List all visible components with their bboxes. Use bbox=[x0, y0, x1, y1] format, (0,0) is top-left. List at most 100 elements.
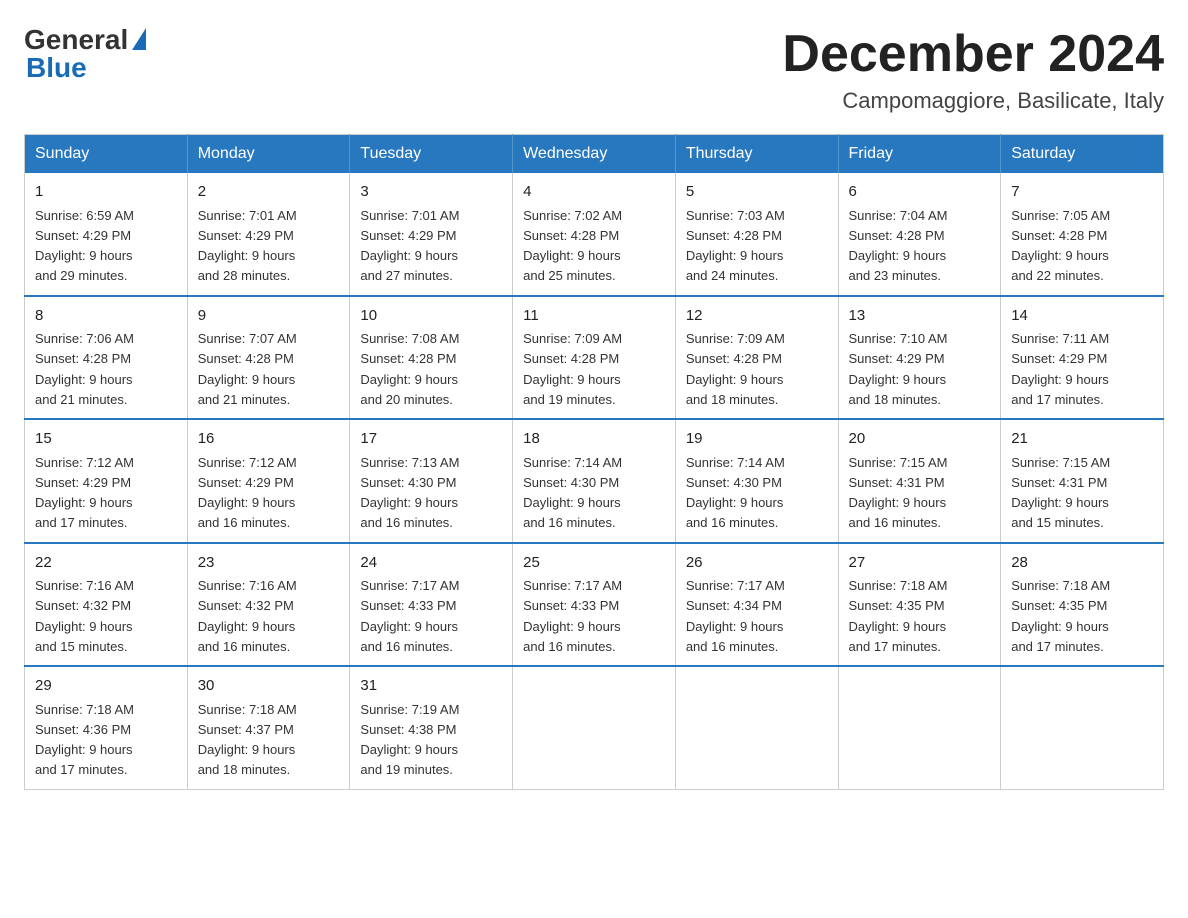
day-number: 8 bbox=[35, 305, 177, 328]
calendar-cell bbox=[1001, 666, 1164, 789]
day-number: 7 bbox=[1011, 181, 1153, 204]
calendar-cell: 6Sunrise: 7:04 AMSunset: 4:28 PMDaylight… bbox=[838, 173, 1001, 296]
day-info: Sunrise: 7:08 AMSunset: 4:28 PMDaylight:… bbox=[360, 331, 459, 407]
day-number: 16 bbox=[198, 428, 340, 451]
day-number: 26 bbox=[686, 552, 828, 575]
calendar-cell bbox=[513, 666, 676, 789]
day-number: 1 bbox=[35, 181, 177, 204]
month-year-title: December 2024 bbox=[782, 24, 1164, 84]
calendar-cell: 4 Sunrise: 7:02 AMSunset: 4:28 PMDaylight… bbox=[513, 173, 676, 296]
day-number: 23 bbox=[198, 552, 340, 575]
day-header-sunday: Sunday bbox=[25, 135, 188, 174]
week-row-2: 8 Sunrise: 7:06 AMSunset: 4:28 PMDaylight… bbox=[25, 296, 1164, 420]
day-info: Sunrise: 7:11 AMSunset: 4:29 PMDaylight:… bbox=[1011, 331, 1109, 407]
day-info: Sunrise: 7:12 AMSunset: 4:29 PMDaylight:… bbox=[198, 455, 297, 531]
day-info: Sunrise: 7:15 AMSunset: 4:31 PMDaylight:… bbox=[1011, 455, 1110, 531]
day-info: Sunrise: 7:16 AMSunset: 4:32 PMDaylight:… bbox=[198, 578, 297, 654]
day-info: Sunrise: 7:10 AMSunset: 4:29 PMDaylight:… bbox=[849, 331, 948, 407]
calendar-cell: 20 Sunrise: 7:15 AMSunset: 4:31 PMDayligh… bbox=[838, 419, 1001, 543]
day-number: 2 bbox=[198, 181, 340, 204]
day-number: 28 bbox=[1011, 552, 1153, 575]
calendar-cell: 13 Sunrise: 7:10 AMSunset: 4:29 PMDayligh… bbox=[838, 296, 1001, 420]
week-row-1: 1 Sunrise: 6:59 AMSunset: 4:29 PMDaylight… bbox=[25, 173, 1164, 296]
calendar-cell: 18 Sunrise: 7:14 AMSunset: 4:30 PMDayligh… bbox=[513, 419, 676, 543]
day-info: Sunrise: 7:14 AMSunset: 4:30 PMDaylight:… bbox=[523, 455, 622, 531]
calendar-cell: 22 Sunrise: 7:16 AMSunset: 4:32 PMDayligh… bbox=[25, 543, 188, 667]
day-info: Sunrise: 7:09 AMSunset: 4:28 PMDaylight:… bbox=[686, 331, 785, 407]
day-info: Sunrise: 7:15 AMSunset: 4:31 PMDaylight:… bbox=[849, 455, 948, 531]
day-number: 30 bbox=[198, 675, 340, 698]
day-number: 15 bbox=[35, 428, 177, 451]
calendar-cell: 28 Sunrise: 7:18 AMSunset: 4:35 PMDayligh… bbox=[1001, 543, 1164, 667]
calendar-cell: 25 Sunrise: 7:17 AMSunset: 4:33 PMDayligh… bbox=[513, 543, 676, 667]
week-row-3: 15 Sunrise: 7:12 AMSunset: 4:29 PMDayligh… bbox=[25, 419, 1164, 543]
day-number: 20 bbox=[849, 428, 991, 451]
day-info: Sunrise: 7:05 AMSunset: 4:28 PMDaylight:… bbox=[1011, 208, 1110, 284]
calendar-cell: 31 Sunrise: 7:19 AMSunset: 4:38 PMDayligh… bbox=[350, 666, 513, 789]
day-header-tuesday: Tuesday bbox=[350, 135, 513, 174]
day-number: 10 bbox=[360, 305, 502, 328]
calendar-cell: 5Sunrise: 7:03 AMSunset: 4:28 PMDaylight… bbox=[675, 173, 838, 296]
day-number: 21 bbox=[1011, 428, 1153, 451]
day-info: Sunrise: 7:18 AMSunset: 4:37 PMDaylight:… bbox=[198, 702, 297, 778]
calendar-table: SundayMondayTuesdayWednesdayThursdayFrid… bbox=[24, 134, 1164, 790]
week-row-4: 22 Sunrise: 7:16 AMSunset: 4:32 PMDayligh… bbox=[25, 543, 1164, 667]
day-info: Sunrise: 7:06 AMSunset: 4:28 PMDaylight:… bbox=[35, 331, 134, 407]
day-number: 5 bbox=[686, 181, 828, 204]
calendar-cell bbox=[675, 666, 838, 789]
week-row-5: 29Sunrise: 7:18 AMSunset: 4:36 PMDayligh… bbox=[25, 666, 1164, 789]
calendar-cell: 21 Sunrise: 7:15 AMSunset: 4:31 PMDayligh… bbox=[1001, 419, 1164, 543]
day-number: 13 bbox=[849, 305, 991, 328]
day-number: 17 bbox=[360, 428, 502, 451]
day-info: Sunrise: 7:16 AMSunset: 4:32 PMDaylight:… bbox=[35, 578, 134, 654]
day-info: Sunrise: 7:09 AMSunset: 4:28 PMDaylight:… bbox=[523, 331, 622, 407]
day-info: Sunrise: 7:02 AMSunset: 4:28 PMDaylight:… bbox=[523, 208, 622, 284]
day-info: Sunrise: 7:18 AMSunset: 4:35 PMDaylight:… bbox=[1011, 578, 1110, 654]
day-number: 25 bbox=[523, 552, 665, 575]
calendar-cell: 24 Sunrise: 7:17 AMSunset: 4:33 PMDayligh… bbox=[350, 543, 513, 667]
day-number: 4 bbox=[523, 181, 665, 204]
day-info: Sunrise: 7:12 AMSunset: 4:29 PMDaylight:… bbox=[35, 455, 134, 531]
day-info: Sunrise: 7:13 AMSunset: 4:30 PMDaylight:… bbox=[360, 455, 459, 531]
calendar-cell: 12 Sunrise: 7:09 AMSunset: 4:28 PMDayligh… bbox=[675, 296, 838, 420]
calendar-cell: 19 Sunrise: 7:14 AMSunset: 4:30 PMDayligh… bbox=[675, 419, 838, 543]
calendar-cell: 14Sunrise: 7:11 AMSunset: 4:29 PMDayligh… bbox=[1001, 296, 1164, 420]
day-info: Sunrise: 7:17 AMSunset: 4:34 PMDaylight:… bbox=[686, 578, 785, 654]
calendar-cell: 15 Sunrise: 7:12 AMSunset: 4:29 PMDayligh… bbox=[25, 419, 188, 543]
day-header-thursday: Thursday bbox=[675, 135, 838, 174]
calendar-cell: 17 Sunrise: 7:13 AMSunset: 4:30 PMDayligh… bbox=[350, 419, 513, 543]
calendar-cell bbox=[838, 666, 1001, 789]
calendar-cell: 3Sunrise: 7:01 AMSunset: 4:29 PMDaylight… bbox=[350, 173, 513, 296]
day-number: 6 bbox=[849, 181, 991, 204]
day-info: Sunrise: 7:01 AMSunset: 4:29 PMDaylight:… bbox=[198, 208, 297, 284]
logo: General Blue bbox=[24, 24, 146, 84]
day-number: 19 bbox=[686, 428, 828, 451]
day-info: Sunrise: 7:19 AMSunset: 4:38 PMDaylight:… bbox=[360, 702, 459, 778]
calendar-cell: 2 Sunrise: 7:01 AMSunset: 4:29 PMDaylight… bbox=[187, 173, 350, 296]
day-header-saturday: Saturday bbox=[1001, 135, 1164, 174]
day-number: 24 bbox=[360, 552, 502, 575]
location-subtitle: Campomaggiore, Basilicate, Italy bbox=[782, 88, 1164, 114]
day-info: Sunrise: 7:17 AMSunset: 4:33 PMDaylight:… bbox=[523, 578, 622, 654]
day-number: 31 bbox=[360, 675, 502, 698]
day-number: 27 bbox=[849, 552, 991, 575]
calendar-cell: 8 Sunrise: 7:06 AMSunset: 4:28 PMDaylight… bbox=[25, 296, 188, 420]
day-info: Sunrise: 7:14 AMSunset: 4:30 PMDaylight:… bbox=[686, 455, 785, 531]
day-number: 9 bbox=[198, 305, 340, 328]
day-info: Sunrise: 7:17 AMSunset: 4:33 PMDaylight:… bbox=[360, 578, 459, 654]
day-header-friday: Friday bbox=[838, 135, 1001, 174]
day-number: 22 bbox=[35, 552, 177, 575]
day-header-row: SundayMondayTuesdayWednesdayThursdayFrid… bbox=[25, 135, 1164, 174]
calendar-cell: 1 Sunrise: 6:59 AMSunset: 4:29 PMDaylight… bbox=[25, 173, 188, 296]
calendar-cell: 11 Sunrise: 7:09 AMSunset: 4:28 PMDayligh… bbox=[513, 296, 676, 420]
calendar-cell: 7 Sunrise: 7:05 AMSunset: 4:28 PMDaylight… bbox=[1001, 173, 1164, 296]
calendar-cell: 23 Sunrise: 7:16 AMSunset: 4:32 PMDayligh… bbox=[187, 543, 350, 667]
calendar-cell: 26 Sunrise: 7:17 AMSunset: 4:34 PMDayligh… bbox=[675, 543, 838, 667]
day-info: Sunrise: 7:18 AMSunset: 4:35 PMDaylight:… bbox=[849, 578, 948, 654]
day-number: 18 bbox=[523, 428, 665, 451]
day-header-monday: Monday bbox=[187, 135, 350, 174]
logo-blue-text: Blue bbox=[26, 52, 87, 84]
day-number: 12 bbox=[686, 305, 828, 328]
day-info: Sunrise: 6:59 AMSunset: 4:29 PMDaylight:… bbox=[35, 208, 134, 284]
day-number: 11 bbox=[523, 305, 665, 328]
